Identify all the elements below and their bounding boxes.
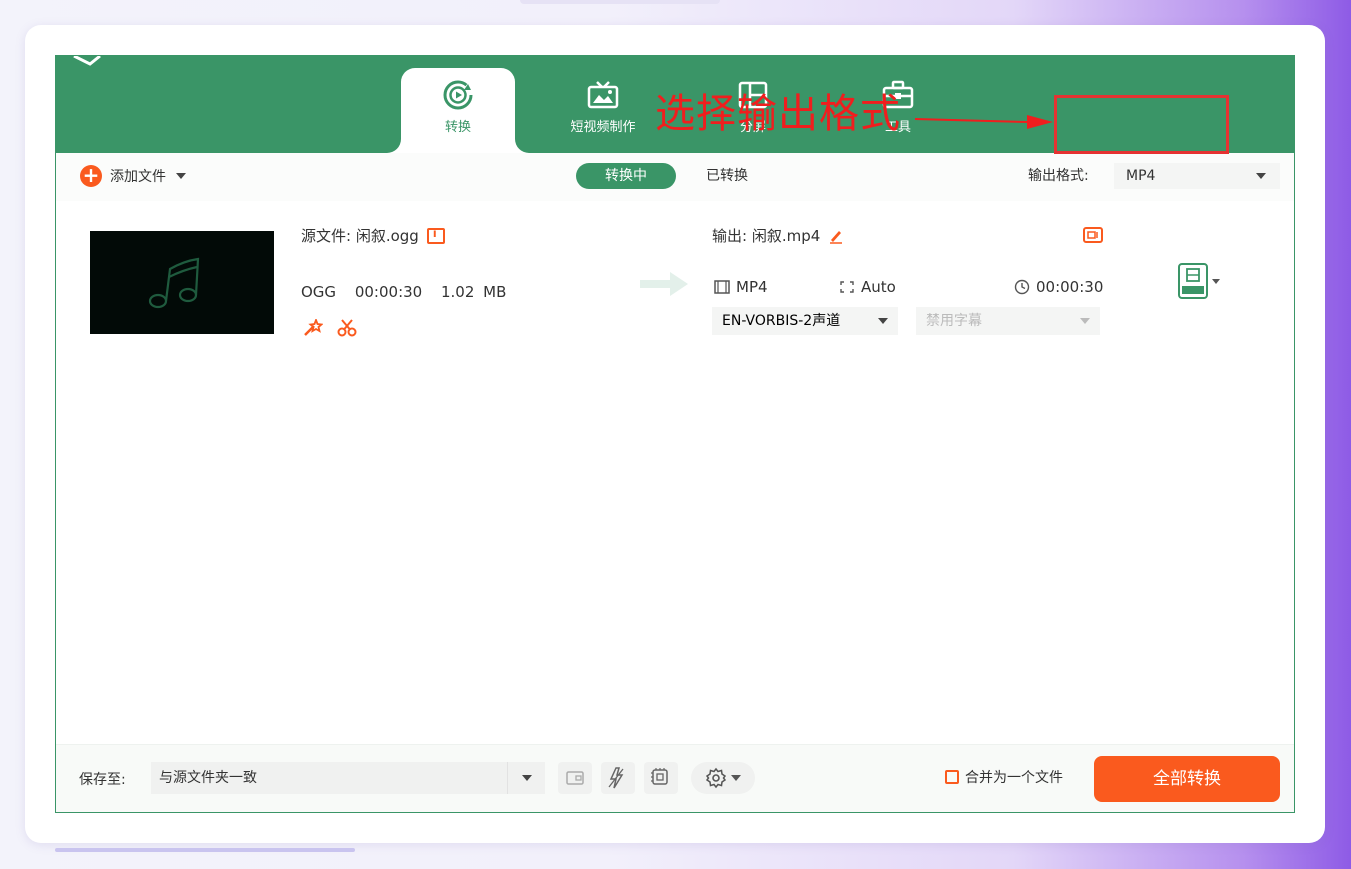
- merge-checkbox[interactable]: 合并为一个文件: [945, 767, 1063, 787]
- mp4-file-icon: [1178, 263, 1208, 299]
- settings-button[interactable]: [691, 762, 755, 794]
- output-resolution-spec: Auto: [839, 278, 896, 296]
- tab-label: 转换: [444, 120, 471, 135]
- annotation-arrow-icon: [915, 115, 1053, 129]
- audio-track-value: EN-VORBIS-2声道: [722, 313, 841, 329]
- add-file-button[interactable]: + 添加文件: [80, 164, 186, 188]
- source-file-name: 源文件: 闲叙.ogg: [301, 225, 445, 246]
- save-to-label: 保存至:: [79, 772, 126, 788]
- source-file-label: 源文件: 闲叙.ogg: [301, 227, 419, 245]
- output-format-thumbnail[interactable]: [1178, 263, 1220, 299]
- pencil-icon[interactable]: [828, 228, 844, 244]
- info-icon[interactable]: [426, 227, 445, 244]
- output-settings-icon[interactable]: [1083, 227, 1103, 243]
- chevron-down-icon: [522, 775, 532, 781]
- film-icon: [714, 280, 730, 294]
- source-format: OGG: [301, 283, 337, 301]
- tv-icon: [587, 81, 619, 109]
- footer-bar: 保存至: 与源文件夹一致 合并为一个文件 全部转换: [56, 744, 1294, 812]
- audio-track-select[interactable]: EN-VORBIS-2声道: [712, 307, 898, 335]
- chevron-down-icon: [731, 775, 741, 781]
- background-decoration: [520, 0, 720, 4]
- output-format-value: MP4: [1126, 168, 1156, 184]
- app-window: 转换 短视频制作 分屏 工具 + 添加文件 转换中 已转换 输出格式: MP4 …: [55, 55, 1295, 813]
- convert-icon: [443, 80, 473, 110]
- annotation-highlight-box: [1054, 95, 1229, 154]
- tab-converted[interactable]: 已转换: [706, 163, 748, 189]
- checkbox-icon: [945, 770, 959, 784]
- output-format-select[interactable]: MP4: [1114, 163, 1280, 189]
- plus-icon: +: [80, 165, 102, 187]
- gpu-accel-button[interactable]: [644, 762, 678, 794]
- source-size: 1.02 MB: [441, 283, 507, 301]
- clock-icon: [1014, 279, 1030, 295]
- open-folder-button[interactable]: [558, 762, 592, 794]
- file-thumbnail[interactable]: [90, 231, 274, 334]
- add-file-label: 添加文件: [110, 169, 166, 185]
- tab-label: 短视频制作: [570, 120, 636, 135]
- gear-icon: [705, 767, 727, 789]
- merge-label: 合并为一个文件: [965, 770, 1063, 786]
- chevron-down-icon: [176, 173, 186, 179]
- output-file-label: 输出: 闲叙.mp4: [712, 227, 821, 245]
- folder-icon: [566, 771, 584, 785]
- source-file-meta: OGG 00:00:30 1.02 MB: [301, 283, 516, 301]
- tab-short-video[interactable]: 短视频制作: [546, 68, 660, 153]
- arrow-right-icon: [640, 272, 688, 296]
- edit-tools: [303, 319, 357, 337]
- save-path-field[interactable]: 与源文件夹一致: [151, 762, 507, 794]
- tab-convert[interactable]: 转换: [401, 68, 515, 153]
- chevron-down-icon: [1080, 318, 1090, 324]
- chip-off-icon: [651, 768, 668, 785]
- output-file-name: 输出: 闲叙.mp4: [712, 225, 844, 246]
- convert-all-button[interactable]: 全部转换: [1094, 756, 1280, 802]
- output-format-label: 输出格式:: [1028, 168, 1089, 184]
- hardware-accel-button[interactable]: [601, 762, 635, 794]
- background-decoration: [55, 848, 355, 852]
- lightning-off-icon: [608, 767, 624, 789]
- source-duration: 00:00:30: [354, 283, 423, 301]
- chevron-down-icon: [1256, 173, 1266, 179]
- subtitle-value: 禁用字幕: [926, 313, 982, 329]
- save-path-dropdown[interactable]: [507, 762, 545, 794]
- file-list-item: 源文件: 闲叙.ogg OGG 00:00:30 1.02 MB 输出: 闲叙.…: [56, 201, 1294, 351]
- output-resolution-text: Auto: [861, 278, 896, 296]
- subtitle-select[interactable]: 禁用字幕: [916, 307, 1100, 335]
- output-duration-text: 00:00:30: [1036, 278, 1104, 296]
- resize-icon: [840, 281, 854, 293]
- annotation-text: 选择输出格式: [655, 91, 901, 137]
- chevron-down-icon: [1212, 278, 1220, 284]
- output-format-spec: MP4: [714, 278, 768, 296]
- music-note-icon: [148, 257, 200, 309]
- magic-wand-icon[interactable]: [303, 319, 323, 337]
- toolbar: + 添加文件 转换中 已转换 输出格式: MP4: [56, 153, 1294, 201]
- output-format-text: MP4: [736, 278, 768, 296]
- logo-icon: [73, 56, 101, 66]
- tab-converting[interactable]: 转换中: [576, 163, 676, 189]
- chevron-down-icon: [878, 318, 888, 324]
- scissors-icon[interactable]: [337, 319, 357, 337]
- output-duration-spec: 00:00:30: [1014, 278, 1103, 296]
